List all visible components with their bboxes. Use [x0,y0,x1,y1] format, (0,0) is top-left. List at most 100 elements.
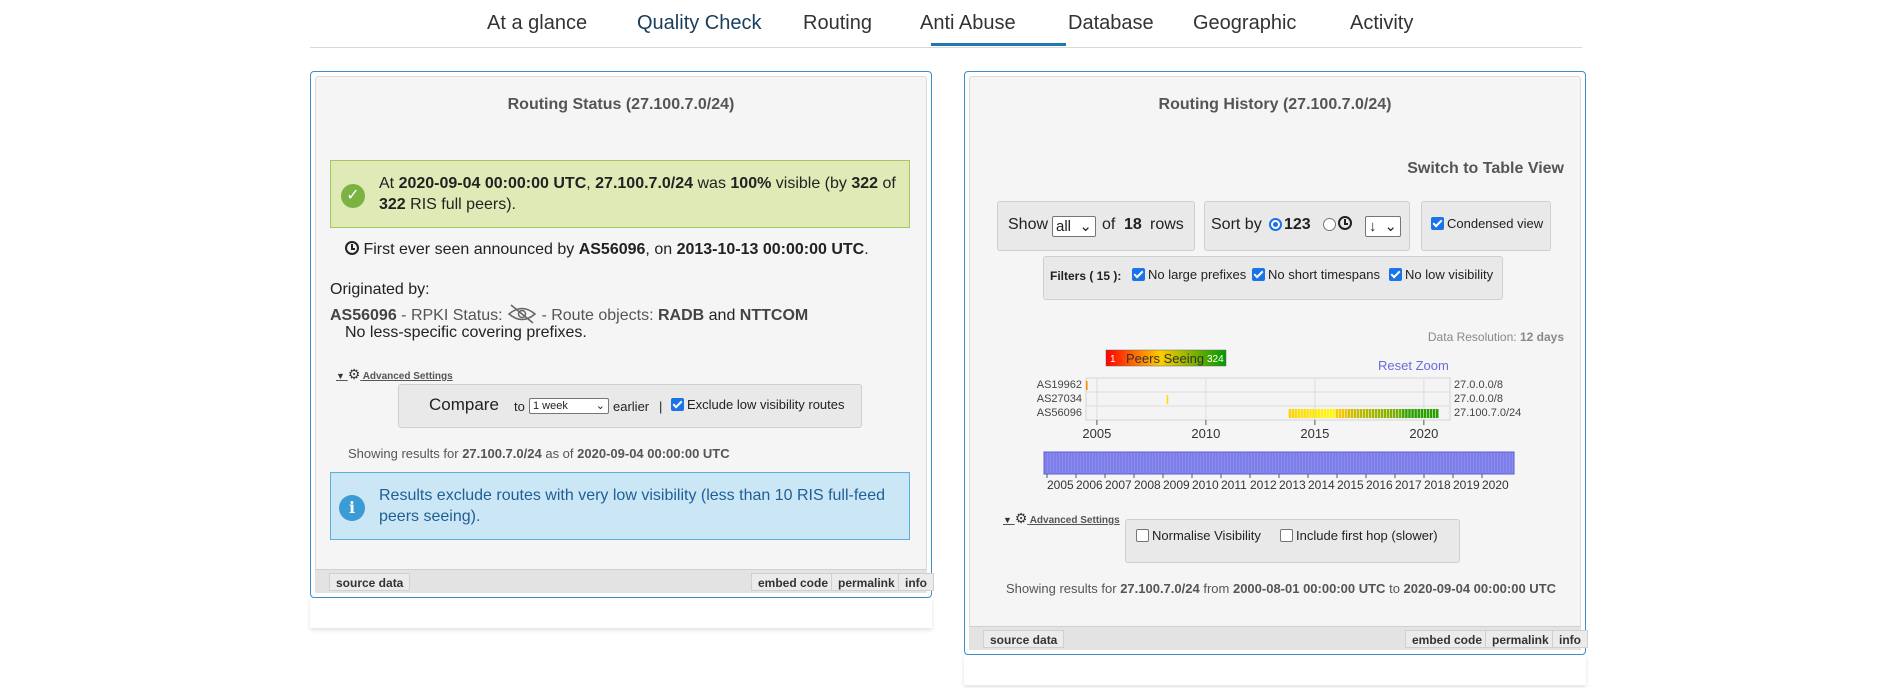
checkbox-checked-icon [1252,268,1265,281]
tab-activity[interactable]: Activity [1350,12,1413,35]
heatmap-cell [1380,409,1384,418]
heatmap-cell [1395,409,1399,418]
heatmap-cell [1312,409,1315,418]
radio-selected-icon [1269,218,1282,231]
rows-label: rows [1150,216,1184,233]
permalink-button[interactable]: permalink [1485,630,1556,648]
first-hop-checkbox[interactable]: Include first hop (slower) [1280,528,1438,543]
show-rows-panel: Show all ⌄ of 18 rows [997,201,1195,251]
tab-routing[interactable]: Routing [803,12,872,35]
checkbox-checked-icon [1431,217,1444,230]
filter-no-low-visibility[interactable]: No low visibility [1389,267,1493,282]
x-tick-label: 2020 [1409,426,1438,441]
navigator-tick-label: 2013 [1279,478,1306,492]
navigator-tick-label: 2016 [1366,478,1393,492]
heatmap-cell [1288,409,1292,418]
heatmap-cell [1344,409,1347,418]
triangle-down-icon: ▼ [336,371,345,381]
clock-icon [345,241,359,255]
heatmap-cell [1374,409,1378,418]
tab-database[interactable]: Database [1068,12,1154,35]
exclude-low-visibility-checkbox[interactable]: Exclude low visibility routes [671,397,845,412]
heatmap-cell [1356,409,1360,418]
gear-icon: ⚙ [347,366,361,382]
checkbox-empty-icon [1280,529,1293,542]
source-data-button[interactable]: source data [983,630,1065,648]
x-axis: 2005 2010 2015 2020 [1082,420,1438,441]
compare-label: Compare [429,395,499,414]
heatmap-cell [1166,395,1169,404]
show-count-select[interactable]: all ⌄ [1052,216,1096,237]
right-advanced-settings-toggle[interactable]: ▼ ⚙ Advanced Settings [1003,510,1120,527]
row-asn-label: AS27034 [1037,393,1082,405]
heatmap-cell [1321,409,1324,418]
heatmap-cell [1326,409,1330,418]
row-count: 18 [1124,216,1142,233]
compare-period-select[interactable]: 1 week ⌄ [529,398,609,414]
permalink-button[interactable]: permalink [831,573,902,591]
triangle-down-icon: ▼ [1003,515,1012,525]
info-button[interactable]: info [1552,630,1588,648]
heatmap-cell [1362,409,1366,418]
condensed-view-checkbox[interactable]: Condensed view [1431,216,1543,231]
heatmap-cell [1365,409,1369,418]
widget-footer: source data embed code permalink info [969,626,1588,650]
legend-label: Peers Seeing [1126,351,1204,366]
chevron-down-icon: ⌄ [1384,218,1397,235]
sort-numeric-radio[interactable]: 123 [1269,216,1311,234]
legend-max: 324 [1207,354,1224,365]
heatmap-cell [1309,409,1312,418]
right-showing-results: Showing results for 27.100.7.0/24 from 2… [1006,581,1557,596]
widget-title: Routing History (27.100.7.0/24) [1158,96,1392,113]
sort-time-radio[interactable] [1323,216,1352,234]
heatmap-cell [1386,409,1390,418]
heatmap-cell [1429,409,1433,418]
navigator-tick-label: 2008 [1134,478,1161,492]
row-prefix-label: 27.0.0.0/8 [1454,393,1503,405]
heatmap-cell [1338,409,1342,418]
chevron-down-icon: ⌄ [1079,218,1092,235]
row-asn-label: AS56096 [1037,407,1082,419]
embed-code-button[interactable]: embed code [751,573,836,591]
heatmap-cell [1350,409,1354,418]
tab-anti-abuse[interactable]: Anti Abuse [920,12,1016,35]
heatmap-cell [1432,409,1436,418]
info-icon: i [339,495,365,521]
navigator-tick-label: 2011 [1221,478,1247,492]
sort-direction-select[interactable]: ↓ ⌄ [1365,216,1401,237]
tab-quality-check[interactable]: Quality Check [637,12,762,35]
show-label: Show [1008,216,1049,233]
checkbox-checked-icon [1389,268,1402,281]
no-less-specific-text: No less-specific covering prefixes. [345,324,587,341]
row-prefix-label: 27.100.7.0/24 [1454,407,1521,419]
right-widget-shadow [964,655,1586,685]
source-data-button[interactable]: source data [329,573,411,591]
info-button[interactable]: info [898,573,934,591]
tab-at-a-glance[interactable]: At a glance [487,12,587,35]
heatmap-cell [1417,409,1420,418]
navigator-tick-label: 2006 [1076,478,1103,492]
heatmap-cell [1377,409,1381,418]
advanced-settings-toggle[interactable]: ▼ ⚙ Advanced Settings [336,366,453,383]
tab-geographic[interactable]: Geographic [1193,12,1296,35]
heatmap-cell [1329,409,1333,418]
heatmap-cell [1335,409,1339,418]
heatmap-cell [1359,409,1363,418]
normalise-visibility-checkbox[interactable]: Normalise Visibility [1136,528,1261,543]
filter-no-large-prefixes[interactable]: No large prefixes [1132,267,1246,282]
checkbox-checked-icon [1132,268,1145,281]
reset-zoom-button[interactable]: Reset Zoom [1378,358,1449,373]
heatmap-cell [1436,409,1439,418]
embed-code-button[interactable]: embed code [1405,630,1490,648]
heatmap-cell [1392,409,1396,418]
navigator-tick-label: 2007 [1105,478,1132,492]
first-seen-line: First ever seen announced by AS56096, on… [345,241,869,259]
navigator-tick-label: 2015 [1337,478,1364,492]
switch-to-table-view-link[interactable]: Switch to Table View [1407,160,1564,178]
filter-no-short-timespans[interactable]: No short timespans [1252,267,1380,282]
heatmap-cell [1353,409,1357,418]
navigator-tick-label: 2019 [1453,478,1480,492]
heatmap-cell [1300,409,1303,418]
heatmap-cell [1324,409,1327,418]
filters-label: Filters ( 15 ): [1050,269,1122,283]
